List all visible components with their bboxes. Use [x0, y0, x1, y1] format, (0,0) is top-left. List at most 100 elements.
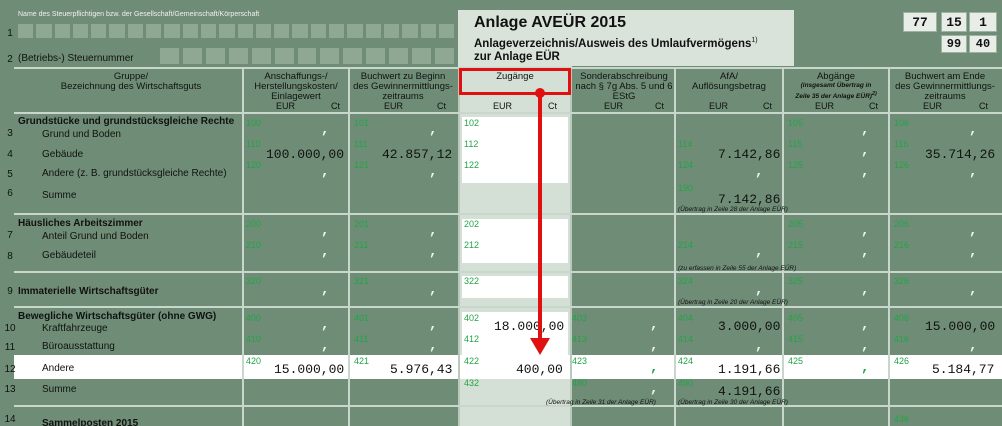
code-111: 111 — [354, 139, 368, 149]
value-110[interactable]: 100.000,00 — [266, 147, 344, 162]
code-423: 423 — [572, 356, 588, 366]
code-100: 100 — [246, 118, 262, 128]
code-320: 320 — [246, 276, 262, 286]
comma: , — [755, 282, 764, 298]
code-210: 210 — [246, 240, 262, 250]
page-title: Anlage AVEÜR 2015 — [474, 14, 627, 31]
code-324: 324 — [678, 276, 694, 286]
note-row-13b: (Übertrag in Zeile 30 der Anlage EÜR) — [678, 399, 788, 406]
value-421[interactable]: 5.976,43 — [390, 362, 452, 377]
comma: , — [321, 282, 330, 298]
code-414: 414 — [678, 334, 694, 344]
value-111[interactable]: 42.857,12 — [382, 147, 452, 162]
comma: , — [650, 317, 659, 333]
code-105: 105 — [788, 118, 804, 128]
row-number-10: 10 — [4, 323, 16, 334]
comma: , — [861, 360, 870, 376]
ct-label-book: Ct — [437, 101, 446, 111]
row-number-4: 4 — [7, 149, 13, 160]
comma: , — [969, 122, 978, 138]
code-322: 322 — [464, 276, 480, 286]
row-number-8: 8 — [7, 251, 13, 262]
code-110: 110 — [246, 139, 261, 149]
code-425: 425 — [788, 356, 804, 366]
code-box-1: 77 — [903, 12, 937, 32]
code-190: 190 — [678, 183, 694, 193]
code-215: 215 — [788, 240, 804, 250]
comma: , — [755, 164, 764, 180]
value-422[interactable]: 400,00 — [516, 362, 563, 377]
code-126: 126 — [894, 160, 910, 170]
code-416: 416 — [894, 334, 910, 344]
value-404[interactable]: 3.000,00 — [718, 319, 780, 334]
comma: , — [969, 223, 978, 239]
comma: , — [861, 317, 870, 333]
code-106: 106 — [894, 118, 910, 128]
value-420[interactable]: 15.000,00 — [274, 362, 344, 377]
eur-label-book: EUR — [384, 101, 404, 111]
red-arrow-icon — [530, 88, 550, 355]
header-acq: Anschaffungs-/ Herstellungskosten/ Einla… — [254, 71, 338, 102]
comma: , — [429, 338, 438, 354]
code-box-3: 1 — [969, 12, 997, 32]
header-sonder: Sonderabschreibung nach § 7g Abs. 5 und … — [575, 71, 673, 102]
code-402: 402 — [464, 313, 480, 323]
comma: , — [429, 282, 438, 298]
group-bewegl-title: Bewegliche Wirtschaftsgüter (ohne GWG) — [18, 311, 217, 322]
code-400: 400 — [246, 313, 262, 323]
header-group: Gruppe/ Bezeichnung des Wirtschaftsguts — [60, 71, 202, 92]
value-406[interactable]: 15.000,00 — [925, 319, 995, 334]
label-buero: Büroausstattung — [42, 341, 115, 352]
code-404: 404 — [678, 313, 694, 323]
code-112: 112 — [464, 139, 479, 149]
row-number-13: 13 — [4, 384, 16, 395]
comma: , — [861, 223, 870, 239]
label-gebaeude: Gebäude — [42, 149, 84, 160]
code-412: 412 — [464, 334, 480, 344]
code-205: 205 — [788, 219, 804, 229]
code-114: 114 — [678, 139, 693, 149]
note-row-6: (Übertrag in Zeile 28 der Anlage EÜR) — [678, 206, 788, 213]
code-420: 420 — [246, 356, 262, 366]
note-row-13a: (Übertrag in Zeile 31 der Anlage EÜR) — [546, 399, 656, 406]
label-summe-1: Summe — [42, 190, 77, 201]
code-201: 201 — [354, 219, 370, 229]
comma: , — [650, 338, 659, 354]
comma: , — [429, 164, 438, 180]
ct-label-sonder: Ct — [655, 101, 664, 111]
eur-label-zug: EUR — [493, 101, 513, 111]
code-401: 401 — [354, 313, 370, 323]
code-101: 101 — [354, 118, 370, 128]
label-andere-grund: Andere (z. B. grundstücksgleiche Rechte) — [42, 168, 227, 179]
value-114[interactable]: 7.142,86 — [718, 147, 780, 162]
aveuer-form: { "taxpayer_label":"Name des Steuerpflic… — [0, 0, 1002, 426]
comma: , — [429, 122, 438, 138]
page-subtitle: Anlageverzeichnis/Ausweis des Umlaufverm… — [474, 37, 758, 50]
code-212: 212 — [464, 240, 480, 250]
header-book-end: Buchwert am Ende des Gewinnermittlungs- … — [895, 71, 995, 102]
comma: , — [861, 338, 870, 354]
value-426[interactable]: 5.184,77 — [932, 362, 994, 377]
comma: , — [321, 223, 330, 239]
eur-label-acq: EUR — [276, 101, 296, 111]
code-box-5: 40 — [969, 35, 997, 53]
code-122: 122 — [464, 160, 480, 170]
comma: , — [650, 360, 659, 376]
label-summe-2: Summe — [42, 384, 77, 395]
eur-label-end: EUR — [923, 101, 943, 111]
comma: , — [650, 381, 659, 397]
value-116[interactable]: 35.714,26 — [925, 147, 995, 162]
value-424[interactable]: 1.191,66 — [718, 362, 780, 377]
tax-number-label: (Betriebs-) Steuernummer — [18, 53, 134, 64]
tax-number-field[interactable] — [160, 48, 454, 64]
code-411: 411 — [354, 334, 369, 344]
code-125: 125 — [788, 160, 804, 170]
taxpayer-field[interactable] — [18, 24, 455, 38]
code-403: 403 — [572, 313, 588, 323]
code-325: 325 — [788, 276, 804, 286]
eur-label-sonder: EUR — [604, 101, 624, 111]
code-432: 432 — [464, 378, 480, 388]
header-book-start: Buchwert zu Beginn des Gewinnermittlungs… — [353, 71, 453, 102]
code-214: 214 — [678, 240, 694, 250]
comma: , — [861, 143, 870, 159]
